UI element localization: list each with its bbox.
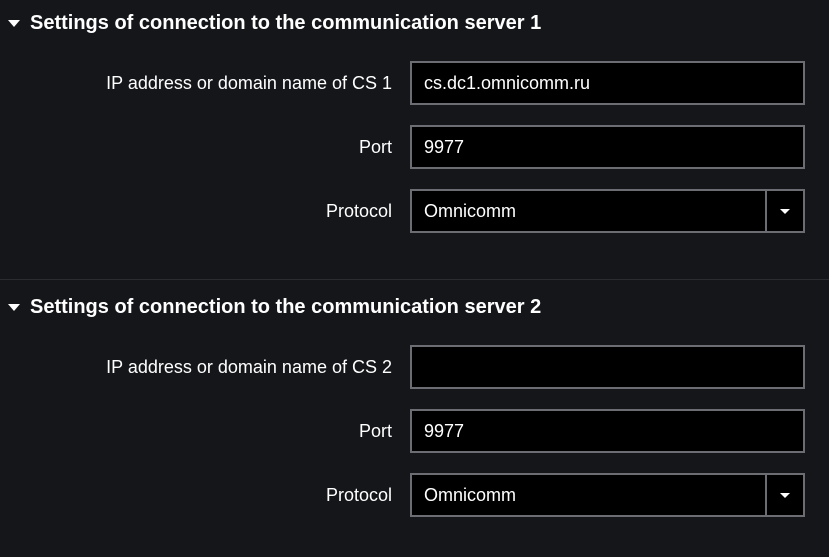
section-title-server-1: Settings of connection to the communicat…	[30, 12, 541, 35]
select-protocol-server-2[interactable]: Omnicomm	[410, 473, 805, 517]
section-title-server-2: Settings of connection to the communicat…	[30, 296, 541, 319]
input-ip-server-1[interactable]	[410, 61, 805, 105]
select-button-protocol-server-2[interactable]	[765, 473, 805, 517]
select-button-protocol-server-1[interactable]	[765, 189, 805, 233]
caret-down-icon	[8, 20, 20, 27]
row-ip-server-2: IP address or domain name of CS 2	[0, 345, 829, 389]
row-protocol-server-1: Protocol Omnicomm	[0, 189, 829, 233]
select-value-protocol-server-1: Omnicomm	[410, 189, 765, 233]
section-server-1: Settings of connection to the communicat…	[0, 0, 829, 273]
input-ip-server-2[interactable]	[410, 345, 805, 389]
label-port-server-2: Port	[0, 421, 410, 442]
row-ip-server-1: IP address or domain name of CS 1	[0, 61, 829, 105]
label-port-server-1: Port	[0, 137, 410, 158]
section-header-server-2[interactable]: Settings of connection to the communicat…	[0, 292, 829, 335]
select-value-protocol-server-2: Omnicomm	[410, 473, 765, 517]
label-ip-server-2: IP address or domain name of CS 2	[0, 357, 410, 378]
section-header-server-1[interactable]: Settings of connection to the communicat…	[0, 8, 829, 51]
input-port-server-2[interactable]	[410, 409, 805, 453]
chevron-down-icon	[780, 493, 790, 498]
caret-down-icon	[8, 304, 20, 311]
row-port-server-2: Port	[0, 409, 829, 453]
section-server-2: Settings of connection to the communicat…	[0, 284, 829, 557]
label-protocol-server-1: Protocol	[0, 201, 410, 222]
chevron-down-icon	[780, 209, 790, 214]
row-protocol-server-2: Protocol Omnicomm	[0, 473, 829, 517]
row-port-server-1: Port	[0, 125, 829, 169]
select-protocol-server-1[interactable]: Omnicomm	[410, 189, 805, 233]
section-divider	[0, 279, 829, 280]
label-ip-server-1: IP address or domain name of CS 1	[0, 73, 410, 94]
input-port-server-1[interactable]	[410, 125, 805, 169]
label-protocol-server-2: Protocol	[0, 485, 410, 506]
